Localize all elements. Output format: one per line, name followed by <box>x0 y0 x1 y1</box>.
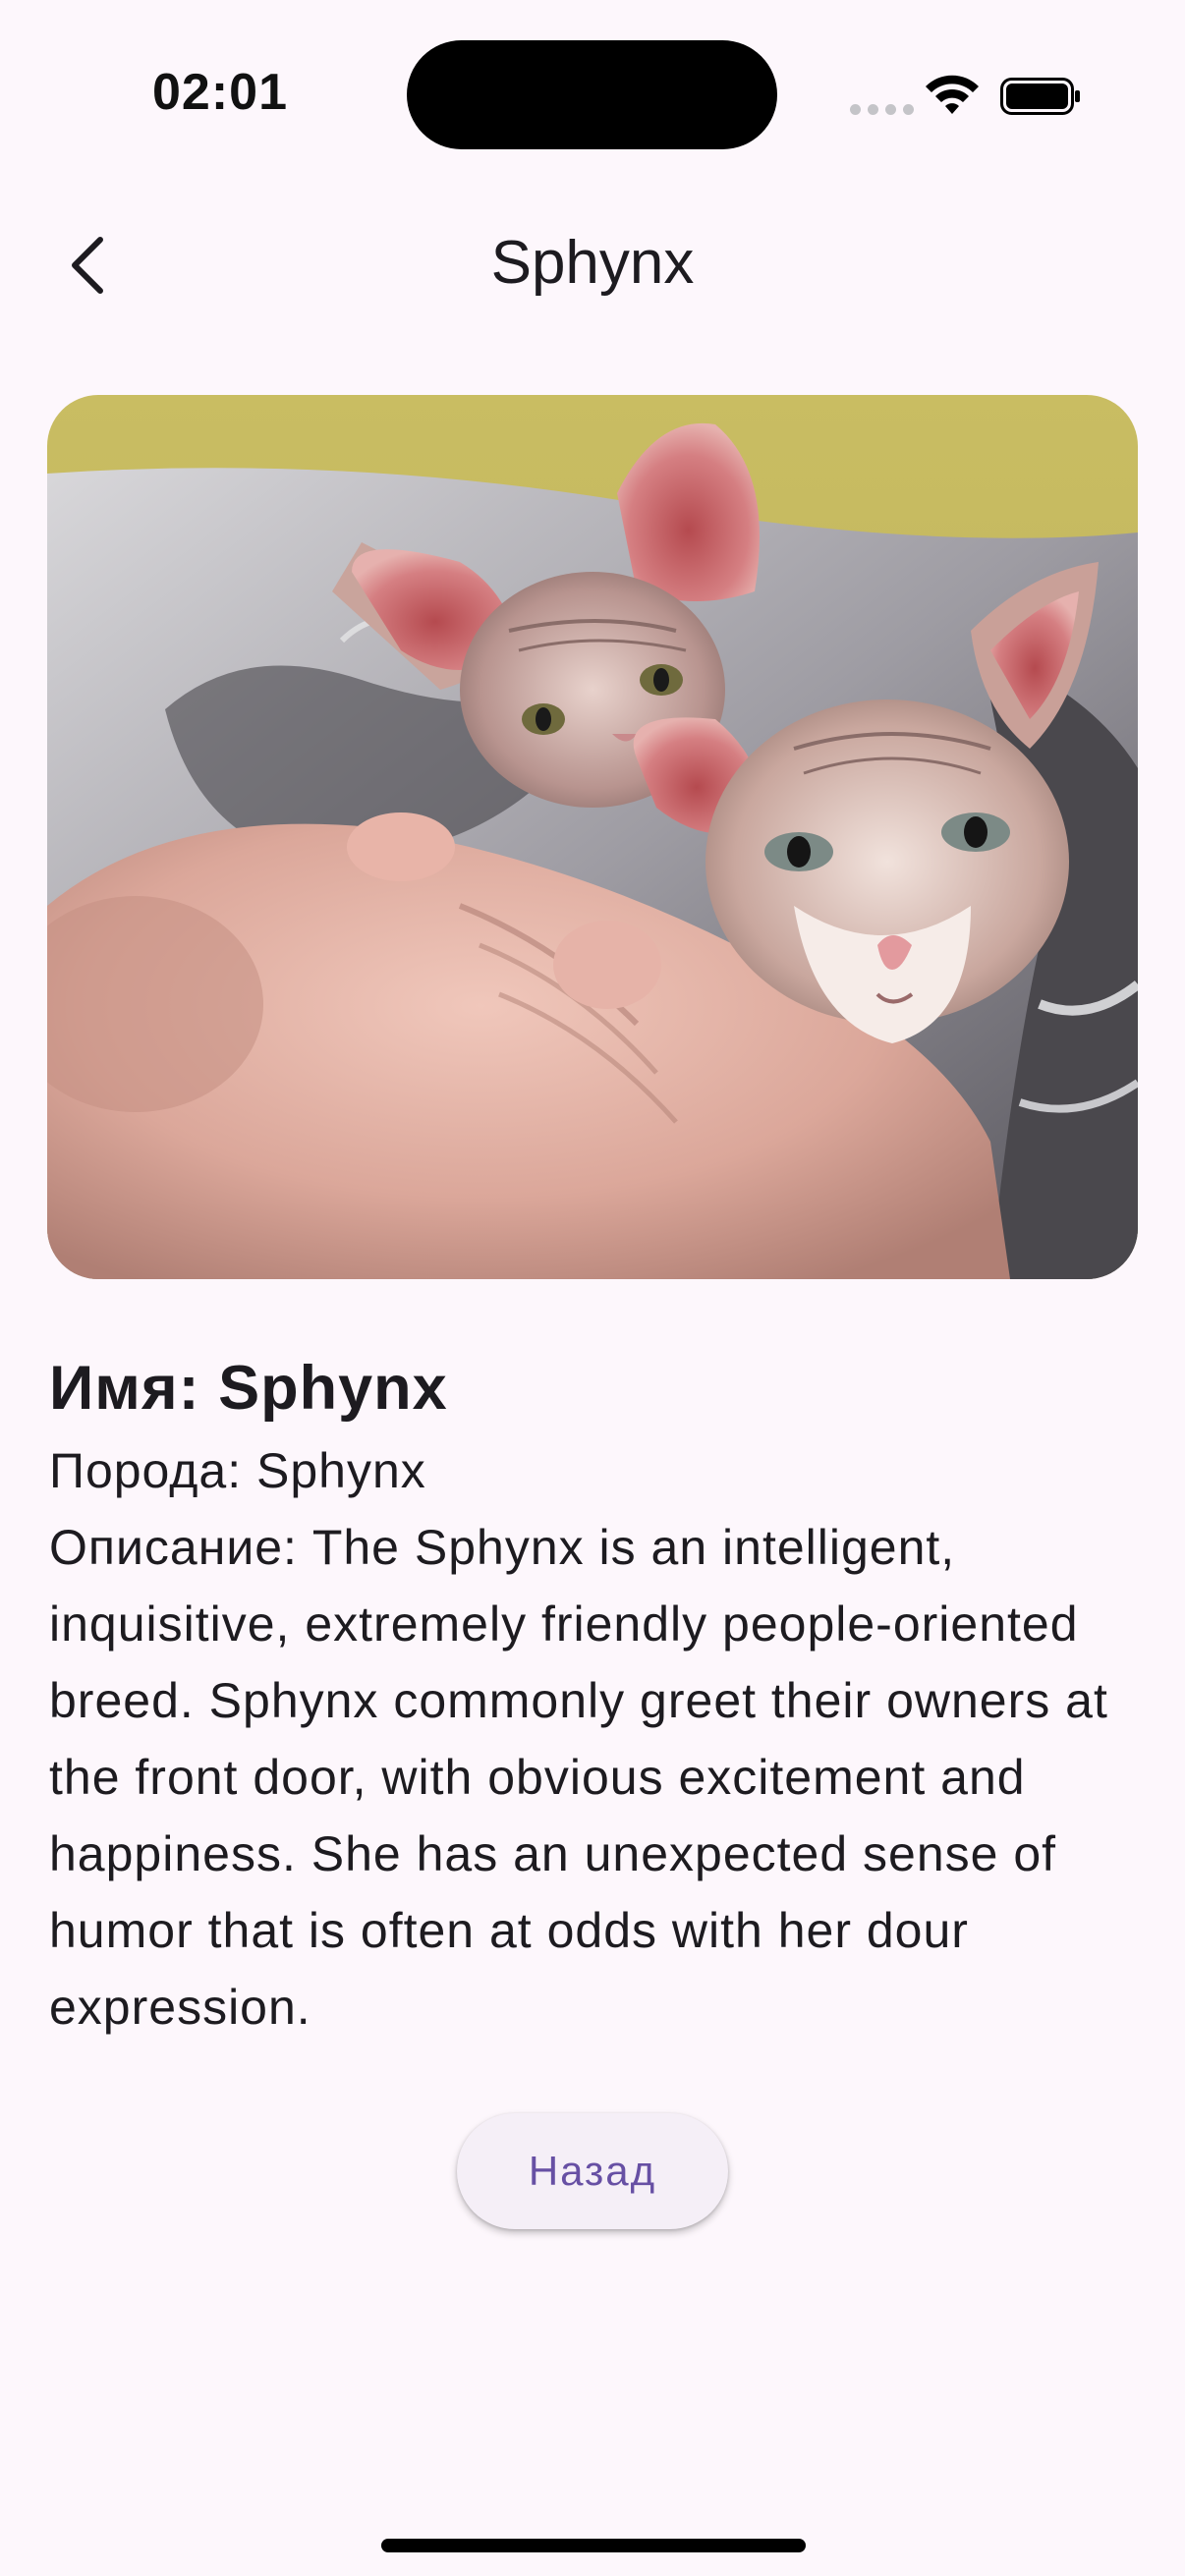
cellular-signal-icon <box>850 104 914 115</box>
home-indicator[interactable] <box>381 2539 806 2552</box>
cat-breed: Порода: Sphynx <box>49 1443 426 1498</box>
status-bar: 02:01 <box>0 0 1185 187</box>
page-title: Sphynx <box>490 229 695 297</box>
cat-photo <box>47 395 1138 1279</box>
cat-description: Описание: The Sphynx is an intelligent, … <box>49 1520 1108 2035</box>
sphynx-cats-image <box>47 395 1138 1279</box>
wifi-icon <box>926 75 979 114</box>
dynamic-island <box>407 40 777 149</box>
cat-detail-screen: 02:01 Sphynx Имя: Sphynx Порода: Sphynx … <box>0 0 1185 2576</box>
cat-info: Имя: Sphynx Порода: Sphynx Описание: The… <box>49 1344 1140 2045</box>
back-button[interactable]: Назад <box>457 2113 728 2229</box>
status-time: 02:01 <box>152 64 288 121</box>
battery-icon <box>1000 78 1080 115</box>
cat-name: Имя: Sphynx <box>49 1354 448 1423</box>
app-bar: Sphynx <box>0 206 1185 324</box>
